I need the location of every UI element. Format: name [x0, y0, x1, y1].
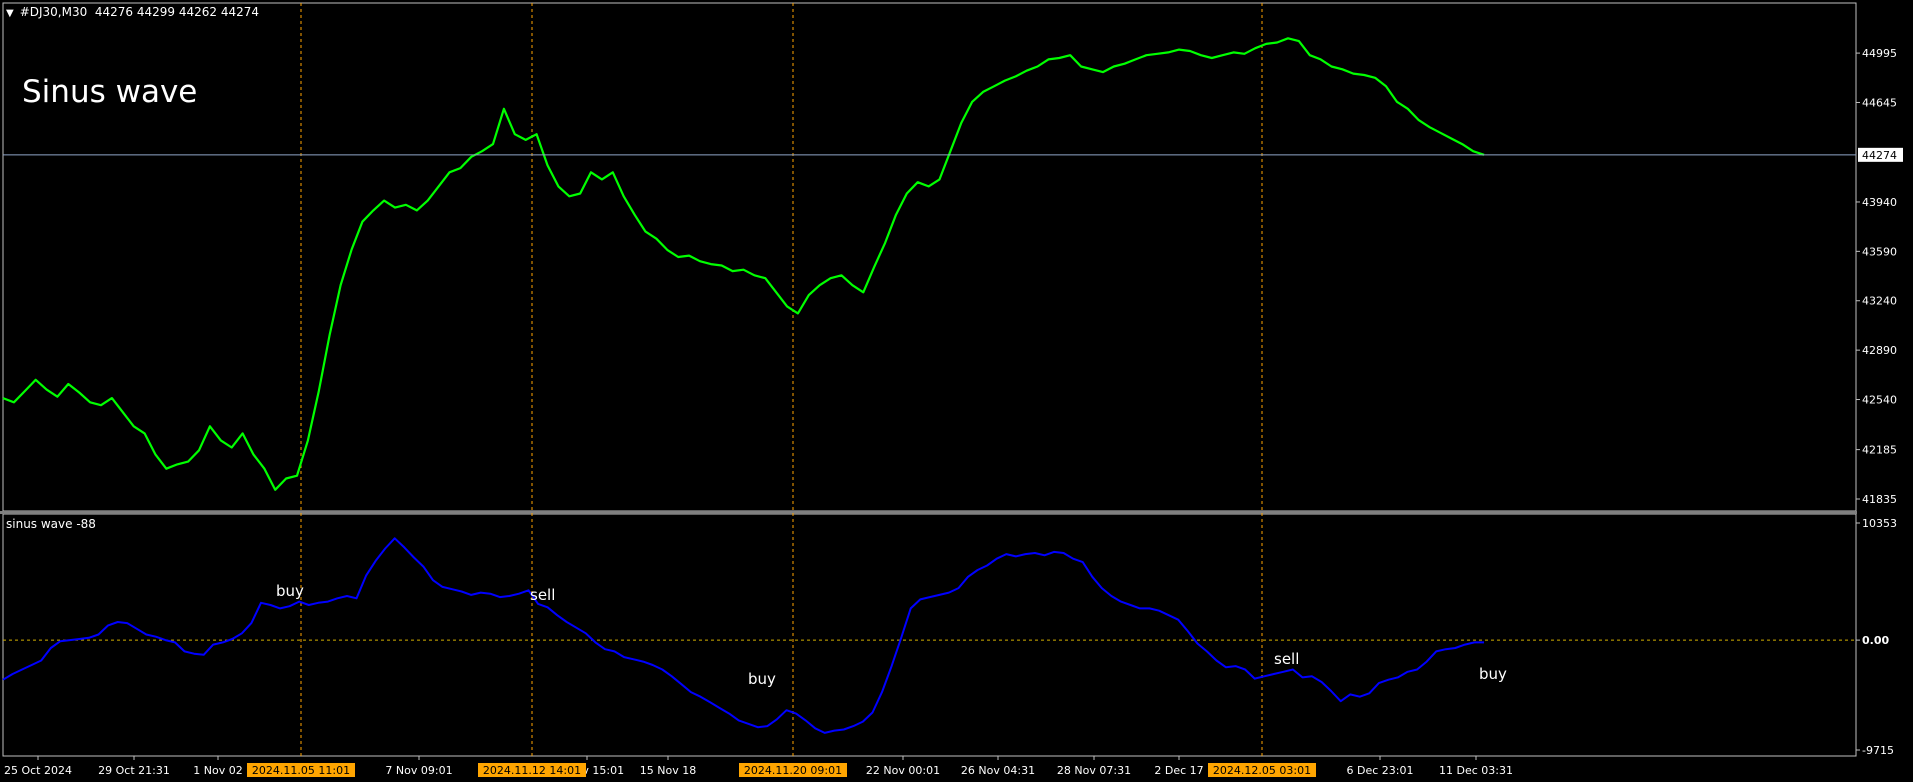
sinus-wave-title: Sinus wave — [22, 74, 198, 110]
signal-label-buy: buy — [276, 582, 304, 600]
indicator-tick-label: -9715 — [1862, 744, 1894, 757]
indicator-tick-label: 10353 — [1862, 517, 1897, 530]
x-tick-label: 25 Oct 2024 — [4, 764, 72, 777]
x-tick-label: 6 Dec 23:01 — [1347, 764, 1414, 777]
x-tick-label: 29 Oct 21:31 — [98, 764, 170, 777]
signal-label-buy: buy — [1479, 665, 1507, 683]
symbol-label: #DJ30,M30 — [19, 5, 88, 19]
x-tick-label: 28 Nov 07:31 — [1057, 764, 1131, 777]
main-plot-frame — [2, 2, 1857, 512]
y-tick-label: 43590 — [1862, 245, 1897, 258]
y-tick-label: 41835 — [1862, 493, 1897, 506]
x-tick-label: 26 Nov 04:31 — [961, 764, 1035, 777]
indicator-plot-frame — [2, 513, 1857, 757]
current-price-label: 44274 — [1862, 149, 1897, 162]
y-tick-label: 43240 — [1862, 295, 1897, 308]
ohlc-values: 44276 44299 44262 44274 — [94, 5, 260, 19]
signal-label-sell: sell — [530, 586, 556, 604]
x-tick-label: 7 Nov 09:01 — [385, 764, 452, 777]
chart-canvas: 41835 42185 42540 42890 43240 43590 43940 44274… — [0, 2, 1903, 777]
x-tick-label: 22 Nov 00:01 — [866, 764, 940, 777]
indicator-title: sinus wave -88 — [6, 517, 96, 531]
x-tick-label: 15 Nov 18 — [640, 764, 696, 777]
date-marker-label: 2024.11.05 11:01 — [252, 764, 350, 777]
signal-label-buy: buy — [748, 670, 776, 688]
x-tick-label: 1 Nov 02 — [193, 764, 242, 777]
caret-down-icon[interactable]: ▼ — [6, 8, 14, 19]
date-marker-label: 2024.11.20 09:01 — [744, 764, 842, 777]
y-tick-label: 42890 — [1862, 344, 1897, 357]
signal-label-sell: sell — [1274, 650, 1300, 668]
y-tick-label: 44995 — [1862, 47, 1897, 60]
y-tick-label: 42540 — [1862, 394, 1897, 407]
date-marker-label: 2024.11.12 14:01 — [483, 764, 581, 777]
x-tick-label: 11 Dec 03:31 — [1439, 764, 1513, 777]
pane-separator — [0, 511, 1857, 514]
y-tick-label: 43940 — [1862, 196, 1897, 209]
chart-symbol-header: ▼ #DJ30,M30 44276 44299 44262 44274 — [6, 5, 259, 19]
indicator-tick-label: 0.00 — [1862, 634, 1889, 647]
x-tick-label: 2 Dec 17 — [1154, 764, 1203, 777]
y-tick-label: 42185 — [1862, 444, 1897, 457]
date-marker-label: 2024.12.05 03:01 — [1213, 764, 1311, 777]
y-tick-label: 44645 — [1862, 96, 1897, 109]
